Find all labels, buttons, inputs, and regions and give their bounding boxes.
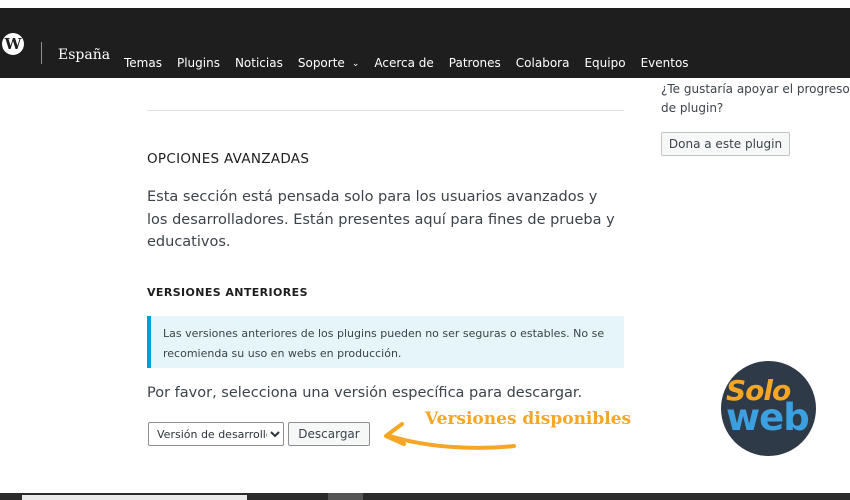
header-divider	[41, 42, 42, 64]
nav-label: Soporte	[297, 56, 345, 70]
annotation-label: Versiones disponibles	[425, 409, 632, 429]
global-header: W España Temas Plugins Noticias Soporte ⌄…	[0, 8, 850, 78]
logo-web-text: web	[726, 396, 810, 439]
nav-item-soporte[interactable]: Soporte ⌄	[298, 56, 360, 70]
advanced-options-description: Esta sección está pensada solo para los …	[147, 189, 615, 250]
nav-item-acerca-de[interactable]: Acerca de	[374, 56, 433, 70]
nav-label: Noticias	[234, 56, 283, 70]
version-select[interactable]: Versión de desarrollo	[148, 422, 284, 446]
main-nav: Temas Plugins Noticias Soporte ⌄ Acerca d…	[124, 56, 704, 70]
download-button[interactable]: Descargar	[288, 422, 370, 446]
nav-item-noticias[interactable]: Noticias	[235, 56, 283, 70]
nav-label: Eventos	[640, 56, 689, 70]
nav-label: Colabora	[515, 56, 570, 70]
nav-item-plugins[interactable]: Plugins	[177, 56, 220, 70]
select-version-prompt: Por favor, selecciona una versión especí…	[147, 385, 583, 401]
versions-warning-notice: Las versiones anteriores de los plugins …	[147, 316, 624, 368]
nav-label: Plugins	[176, 56, 220, 70]
top-strip	[0, 0, 850, 8]
bottom-strip-segment	[328, 493, 363, 500]
bottom-strip	[0, 493, 850, 500]
nav-item-eventos[interactable]: Eventos	[641, 56, 689, 70]
nav-item-colabora[interactable]: Colabora	[516, 56, 570, 70]
nav-label: Temas	[124, 56, 162, 70]
bottom-strip-segment	[22, 495, 247, 500]
nav-label: Acerca de	[374, 56, 434, 70]
chevron-down-icon: ⌄	[351, 59, 360, 69]
previous-versions-heading: VERSIONES ANTERIORES	[147, 286, 308, 299]
nav-label: Equipo	[584, 56, 626, 70]
notice-text: Las versiones anteriores de los plugins …	[163, 327, 605, 360]
section-divider	[147, 110, 624, 111]
locale-title[interactable]: España	[58, 47, 110, 63]
wordpress-logo-icon[interactable]: W	[2, 33, 24, 55]
nav-item-temas[interactable]: Temas	[124, 56, 162, 70]
nav-label: Patrones	[448, 56, 501, 70]
advanced-options-heading: OPCIONES AVANZADAS	[147, 151, 310, 167]
donate-prompt: ¿Te gustaría apoyar el progreso de plugi…	[661, 82, 850, 115]
nav-item-equipo[interactable]: Equipo	[584, 56, 625, 70]
donate-button[interactable]: Dona a este plugin	[661, 132, 790, 156]
nav-item-patrones[interactable]: Patrones	[449, 56, 501, 70]
